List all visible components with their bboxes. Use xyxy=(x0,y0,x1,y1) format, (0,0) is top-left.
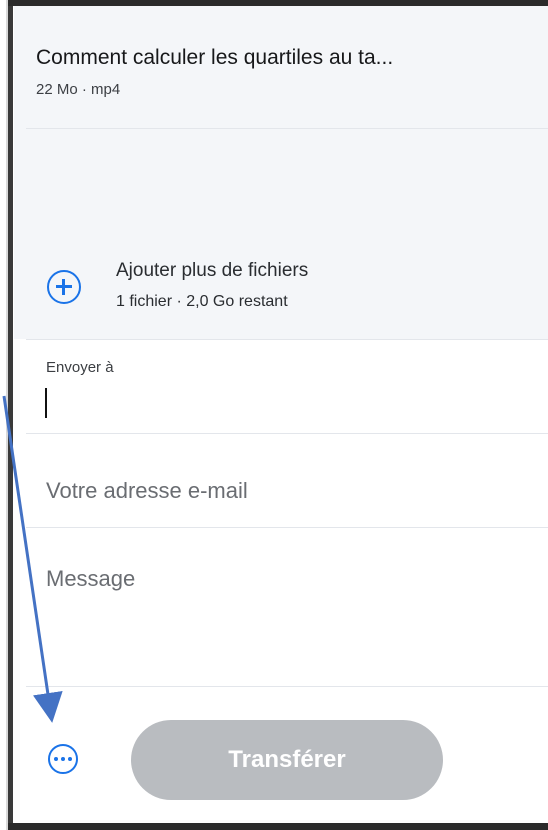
transfer-panel: Comment calculer les quartiles au ta... … xyxy=(14,6,548,823)
divider-files xyxy=(26,339,548,340)
file-name: Comment calculer les quartiles au ta... xyxy=(36,46,394,69)
send-to-label: Envoyer à xyxy=(46,359,114,376)
add-more-files-button[interactable]: Ajouter plus de fichiers 1 fichier · 2,0… xyxy=(14,246,548,339)
window-edge-left xyxy=(0,0,14,830)
text-caret xyxy=(45,388,47,418)
message-field[interactable] xyxy=(46,566,536,676)
email-field[interactable] xyxy=(46,472,536,510)
transfer-button[interactable]: Transférer xyxy=(131,720,443,800)
file-meta: 22 Mo · mp4 xyxy=(36,81,121,98)
add-files-meta: 1 fichier · 2,0 Go restant xyxy=(116,293,288,310)
file-item[interactable] xyxy=(26,18,548,129)
screenshot-frame: Comment calculer les quartiles au ta... … xyxy=(0,0,548,830)
window-edge-bottom xyxy=(8,823,548,830)
more-options-button[interactable] xyxy=(48,744,78,774)
divider-message xyxy=(26,686,548,687)
send-to-input[interactable] xyxy=(54,386,538,422)
divider-send-to xyxy=(26,433,548,434)
plus-circle-icon[interactable] xyxy=(47,270,81,304)
files-area: Comment calculer les quartiles au ta... … xyxy=(14,6,548,339)
divider-email xyxy=(26,527,548,528)
add-files-title: Ajouter plus de fichiers xyxy=(116,260,309,281)
more-options-icon xyxy=(54,756,72,762)
